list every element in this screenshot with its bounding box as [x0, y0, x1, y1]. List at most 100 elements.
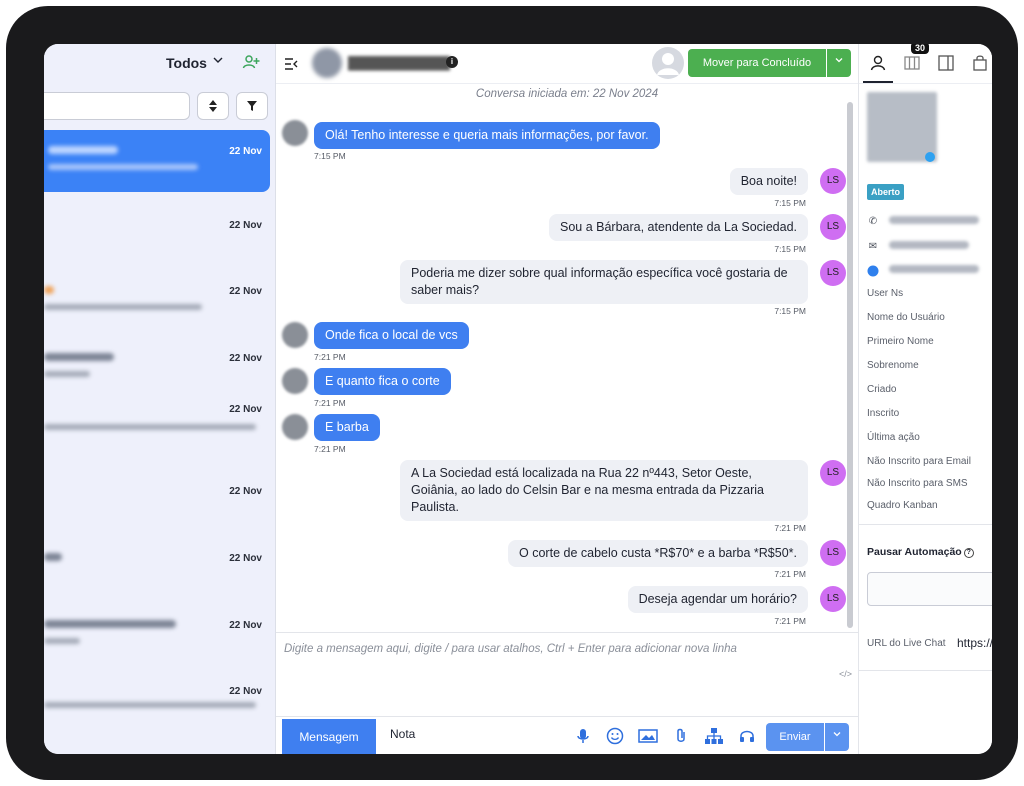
message-preview-redacted	[44, 304, 202, 310]
contact-name-redacted	[44, 553, 62, 561]
contact-name-redacted	[44, 353, 114, 361]
pause-automation-label: Pausar Automação?	[867, 546, 974, 558]
conversation-start-label: Conversa iniciada em: 22 Nov 2024	[475, 88, 659, 100]
contact-name-redacted[interactable]: ████████████	[348, 56, 450, 70]
pause-automation-select[interactable]	[867, 572, 992, 606]
live-chat-url-value[interactable]: https://	[957, 636, 992, 650]
message-composer[interactable]: Digite a mensagem aqui, digite / para us…	[276, 632, 858, 716]
whatsapp-row	[867, 263, 992, 279]
outgoing-message: Boa noite!	[729, 168, 808, 195]
conversation-item[interactable]: 22 Nov	[44, 204, 270, 266]
headset-icon[interactable]	[738, 727, 756, 745]
conversation-date: 22 Nov	[229, 353, 262, 364]
chevron-down-icon[interactable]	[212, 54, 224, 69]
tab-kanban-icon[interactable]	[903, 54, 921, 72]
tab-note[interactable]: Nota	[390, 727, 415, 741]
live-chat-url-label: URL do Live Chat	[867, 638, 946, 649]
filter-dropdown-label[interactable]: Todos	[166, 55, 207, 71]
outgoing-message: O corte de cabelo custa *R$70* e a barba…	[508, 540, 808, 567]
conversation-item[interactable]: 22 Nov	[44, 670, 270, 732]
email-value-redacted[interactable]	[889, 241, 969, 249]
chat-header: ████████████ i Mover para Concluído	[276, 44, 858, 84]
tab-panel-icon[interactable]	[937, 54, 955, 72]
assigned-agent-avatar[interactable]	[652, 47, 684, 79]
details-tabs: 30	[859, 44, 992, 84]
send-button[interactable]: Enviar	[766, 723, 824, 751]
phone-icon: ✆	[868, 216, 878, 227]
help-icon[interactable]: ?	[963, 548, 974, 558]
conversation-item[interactable]: 22 Nov	[44, 270, 270, 332]
chevron-down-icon	[833, 732, 841, 737]
tab-message[interactable]: Mensagem	[282, 719, 376, 754]
field-email-unsubscribed: Não Inscrito para Email	[867, 456, 971, 467]
agent-avatar: LS	[820, 214, 846, 240]
agent-avatar: LS	[820, 540, 846, 566]
conversation-item[interactable]: 22 Nov	[44, 337, 270, 399]
tab-shopping-bag-icon[interactable]	[971, 54, 989, 72]
incoming-message: Onde fica o local de vcs	[314, 322, 469, 349]
incoming-message: Olá! Tenho interesse e queria mais infor…	[314, 122, 660, 149]
field-subscribed: Inscrito	[867, 408, 900, 419]
pause-automation-text: Pausar Automação	[867, 546, 962, 558]
whatsapp-status-dot	[925, 152, 935, 162]
message-scrollbar[interactable]	[847, 102, 853, 628]
collapse-sidebar-icon[interactable]	[284, 57, 298, 70]
composer-toolbar: Mensagem Nota Enviar	[276, 716, 858, 754]
conversation-date: 22 Nov	[229, 686, 262, 697]
divider	[859, 670, 992, 671]
email-icon: ✉	[868, 241, 878, 252]
attachment-icon[interactable]	[672, 727, 690, 745]
conversation-item[interactable]: 22 Nov	[44, 604, 270, 666]
incoming-message: E quanto fica o corte	[314, 368, 451, 395]
message-time: 7:21 PM	[314, 398, 346, 408]
add-user-icon[interactable]	[242, 54, 260, 70]
contact-photo[interactable]	[867, 92, 937, 162]
send-options-dropdown[interactable]	[825, 723, 849, 751]
info-icon[interactable]: i	[446, 56, 458, 68]
emoji-icon[interactable]	[606, 727, 624, 745]
field-last-action: Última ação	[867, 432, 920, 443]
message-time: 7:15 PM	[774, 244, 806, 254]
field-created: Criado	[867, 384, 897, 395]
microphone-icon[interactable]	[574, 727, 592, 745]
contact-name-redacted	[44, 286, 54, 294]
move-to-concluded-button[interactable]: Mover para Concluído	[688, 49, 826, 77]
conversation-list-panel: Todos 22 Nov 22 Nov 22 Nov 22 Nov 22 Nov…	[44, 44, 276, 754]
notification-badge: 30	[911, 44, 930, 54]
code-view-icon[interactable]: </>	[839, 669, 852, 679]
status-badge[interactable]: Aberto	[867, 184, 904, 200]
conversation-item[interactable]: 22 Nov	[44, 130, 270, 192]
filter-button[interactable]	[236, 92, 268, 120]
conversation-date: 22 Nov	[229, 286, 262, 297]
field-kanban-board: Quadro Kanban	[867, 500, 938, 511]
search-input[interactable]	[44, 92, 190, 120]
message-time: 7:21 PM	[314, 352, 346, 362]
whatsapp-value-redacted[interactable]	[889, 265, 979, 273]
conversation-item[interactable]: 22 Nov	[44, 537, 270, 599]
field-last-name: Sobrenome	[867, 360, 919, 371]
incoming-message: E barba	[314, 414, 380, 441]
move-options-dropdown[interactable]	[827, 49, 851, 77]
conversation-date: 22 Nov	[229, 146, 262, 157]
message-preview-redacted	[44, 702, 256, 708]
phone-value-redacted[interactable]	[889, 216, 979, 224]
conversation-item[interactable]: 22 Nov	[44, 404, 270, 466]
tab-contact-user-icon[interactable]	[869, 54, 887, 72]
outgoing-message: A La Sociedad está localizada na Rua 22 …	[400, 460, 808, 521]
contact-avatar[interactable]	[312, 48, 342, 78]
chevron-down-icon	[835, 58, 843, 63]
outgoing-message: Deseja agendar um horário?	[627, 586, 808, 613]
sort-button[interactable]	[197, 92, 229, 120]
agent-avatar: LS	[820, 168, 846, 194]
message-time: 7:21 PM	[774, 616, 806, 626]
search-row	[44, 92, 276, 120]
flow-icon[interactable]	[704, 727, 723, 745]
contact-avatar	[282, 414, 308, 440]
message-time: 7:15 PM	[314, 151, 346, 161]
conversation-item[interactable]: 22 Nov	[44, 470, 270, 532]
contact-details-panel: 30 Aberto ✆ ✉ User Ns Nome do Usuário Pr…	[858, 44, 992, 754]
image-icon[interactable]	[638, 727, 658, 745]
outgoing-message: Poderia me dizer sobre qual informação e…	[400, 260, 808, 304]
message-preview-redacted	[44, 371, 90, 377]
chat-panel: ████████████ i Mover para Concluído Conv…	[276, 44, 858, 754]
